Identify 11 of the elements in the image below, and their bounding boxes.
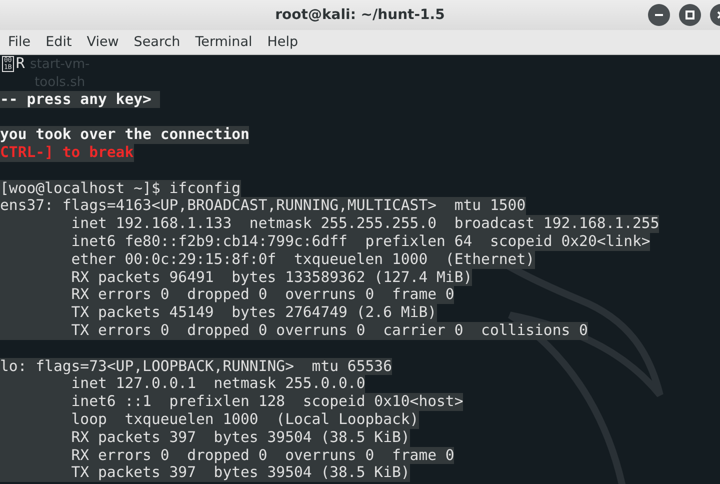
menu-item[interactable]: Edit <box>40 34 78 50</box>
window-title: root@kali: ~/hunt-1.5 <box>275 7 445 23</box>
menu-item[interactable]: View <box>80 34 125 50</box>
maximize-button[interactable] <box>679 4 701 26</box>
menu-item[interactable]: File <box>2 34 37 50</box>
terminal-line: R <box>16 55 25 73</box>
menu-item[interactable]: Search <box>128 34 186 50</box>
menu-item[interactable]: Help <box>261 34 304 50</box>
menu-item[interactable]: Terminal <box>189 34 258 50</box>
minimize-button[interactable] <box>648 4 670 26</box>
maximize-icon <box>685 10 695 20</box>
